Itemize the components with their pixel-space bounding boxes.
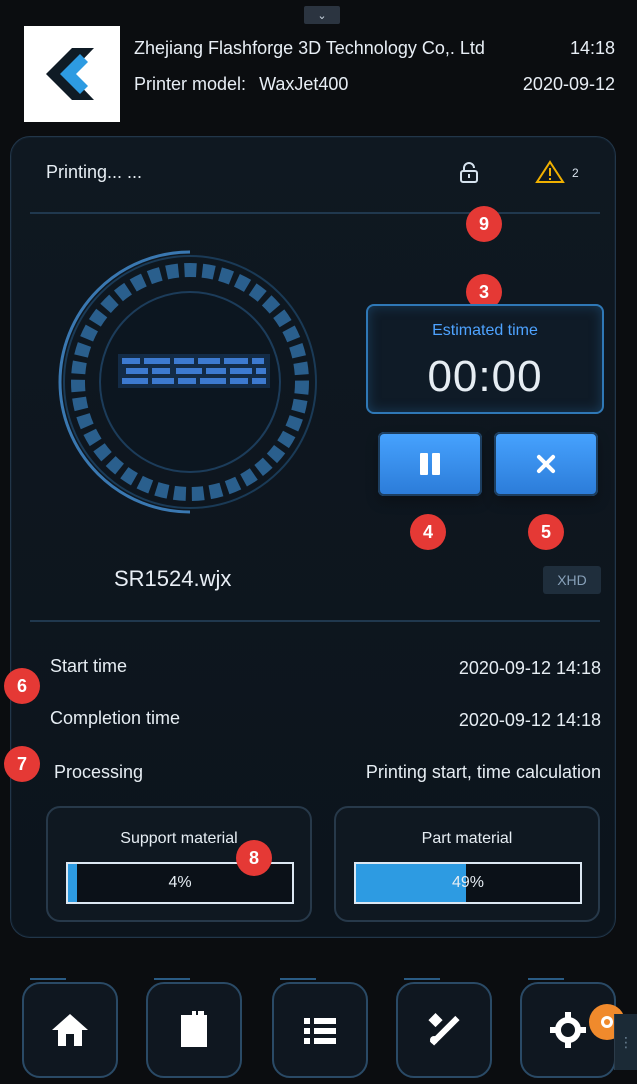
- file-icon: [181, 1011, 207, 1047]
- callout-badge-6: 6: [4, 668, 40, 704]
- part-preview-icon: [118, 354, 270, 388]
- support-material-label: Support material: [120, 830, 238, 847]
- completion-time-label: Completion time: [50, 708, 181, 728]
- pause-icon: [417, 453, 443, 475]
- close-icon: [534, 452, 558, 476]
- pull-tab[interactable]: ⌄: [304, 6, 340, 24]
- callout-badge-7: 7: [4, 746, 40, 782]
- cancel-button[interactable]: [494, 432, 598, 496]
- divider-top: [30, 212, 600, 214]
- completion-time-value: 2020-09-12 14:18: [458, 710, 601, 730]
- warning-count: 2: [572, 166, 579, 180]
- home-icon: [52, 1014, 88, 1046]
- lock-icon[interactable]: [458, 162, 480, 184]
- file-name: SR1524.wjx: [114, 566, 232, 591]
- printer-model: Printer model: WaxJet400: [134, 74, 349, 94]
- support-material-card: Support material 4%: [46, 806, 312, 922]
- estimated-time-card: Estimated time 00:00: [366, 304, 604, 414]
- divider-middle: [30, 620, 600, 622]
- part-material-label: Part material: [421, 830, 513, 847]
- company-logo: [24, 26, 120, 122]
- gear-icon: [550, 1012, 586, 1048]
- clock-time: 14:18: [569, 38, 615, 58]
- callout-badge-4: 4: [410, 514, 446, 550]
- quality-badge: XHD: [543, 566, 601, 594]
- list-icon: [304, 1018, 336, 1044]
- warning-icon[interactable]: [535, 160, 565, 184]
- ellipsis-icon: ⋮: [619, 1033, 633, 1050]
- nav-files[interactable]: [146, 978, 242, 1078]
- nav-home[interactable]: [22, 978, 118, 1078]
- status-text: Printing... ...: [46, 162, 143, 182]
- processing-label: Processing: [54, 762, 144, 782]
- part-material-bar: 49%: [354, 862, 582, 904]
- clock-date: 2020-09-12: [522, 74, 615, 94]
- print-progress-ring: [30, 232, 350, 532]
- logo-icon: [46, 48, 94, 100]
- callout-badge-5: 5: [528, 514, 564, 550]
- tools-icon: [428, 1013, 460, 1046]
- estimated-time-value: 00:00: [427, 352, 543, 401]
- estimated-time-label: Estimated time: [432, 322, 538, 339]
- company-name: Zhejiang Flashforge 3D Technology Co,. L…: [134, 38, 485, 58]
- nav-tools[interactable]: [396, 978, 492, 1078]
- nav-list[interactable]: [272, 978, 368, 1078]
- pause-button[interactable]: [378, 432, 482, 496]
- callout-badge-9: 9: [466, 206, 502, 242]
- part-material-percent: 49%: [451, 874, 485, 891]
- chevron-down-icon: ⌄: [317, 9, 327, 22]
- start-time-value: 2020-09-12 14:18: [458, 658, 601, 678]
- part-material-card: Part material 49%: [334, 806, 600, 922]
- processing-value: Printing start, time calculation: [365, 762, 601, 782]
- start-time-label: Start time: [50, 656, 128, 676]
- drag-handle[interactable]: ⋮: [614, 1014, 637, 1070]
- callout-badge-8: 8: [236, 840, 272, 876]
